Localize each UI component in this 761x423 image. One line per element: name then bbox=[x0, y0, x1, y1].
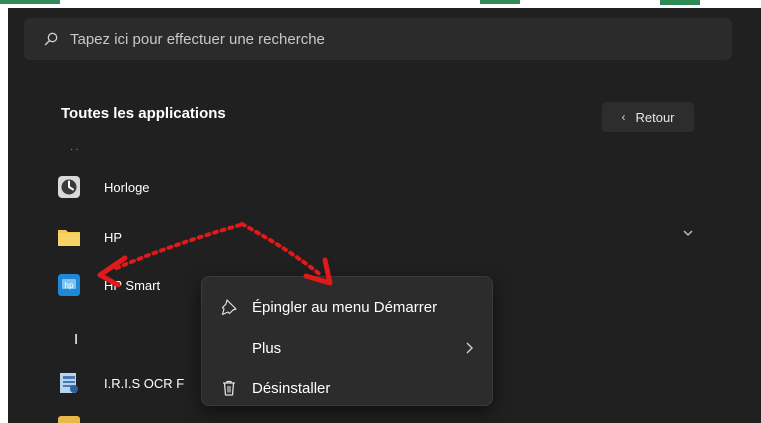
letter-header[interactable]: I bbox=[74, 331, 78, 348]
search-placeholder: Tapez ici pour effectuer une recherche bbox=[70, 30, 325, 48]
chevron-down-icon[interactable] bbox=[682, 228, 694, 238]
back-button-label: Retour bbox=[635, 109, 675, 125]
app-folder-hp[interactable]: HP bbox=[58, 222, 122, 252]
app-item-horloge[interactable]: Horloge bbox=[58, 172, 150, 202]
top-bleed-mark bbox=[480, 0, 520, 4]
top-bleed bbox=[0, 0, 761, 8]
trash-icon bbox=[223, 380, 235, 396]
back-button[interactable]: ‹ Retour bbox=[602, 102, 694, 132]
top-bleed-mark bbox=[0, 0, 60, 4]
menu-item-uninstall[interactable]: Désinstaller bbox=[202, 369, 492, 407]
partial-app-icon bbox=[58, 416, 80, 423]
app-label: I.R.I.S OCR F bbox=[104, 375, 185, 391]
menu-item-label: Désinstaller bbox=[252, 379, 331, 397]
app-label: Horloge bbox=[104, 179, 150, 195]
chevron-right-icon bbox=[466, 342, 473, 354]
chevron-left-icon: ‹ bbox=[621, 110, 626, 124]
menu-item-label: Épingler au menu Démarrer bbox=[252, 298, 438, 316]
app-item-iris-ocr[interactable]: I.R.I.S OCR F bbox=[58, 368, 184, 398]
hp-smart-icon: hp bbox=[58, 274, 80, 296]
clock-icon bbox=[58, 176, 80, 198]
menu-item-pin-to-start[interactable]: Épingler au menu Démarrer bbox=[202, 288, 492, 326]
app-label: HP Smart bbox=[104, 277, 161, 293]
start-menu-panel: Tapez ici pour effectuer une recherche T… bbox=[8, 8, 761, 423]
context-menu: Épingler au menu Démarrer Plus Désinstal… bbox=[201, 276, 493, 406]
iris-ocr-icon bbox=[60, 373, 78, 393]
pin-icon bbox=[221, 299, 237, 316]
top-bleed-mark bbox=[660, 0, 700, 5]
menu-item-more[interactable]: Plus bbox=[202, 329, 492, 367]
search-icon bbox=[44, 32, 58, 46]
scroll-dots: ·· bbox=[70, 144, 81, 155]
app-label: HP bbox=[104, 229, 123, 245]
svg-text:hp: hp bbox=[65, 281, 74, 290]
menu-item-label: Plus bbox=[252, 339, 282, 357]
folder-icon bbox=[58, 230, 80, 246]
app-item-hp-smart[interactable]: hp HP Smart bbox=[58, 270, 160, 300]
all-apps-title: Toutes les applications bbox=[61, 105, 226, 122]
search-input[interactable]: Tapez ici pour effectuer une recherche bbox=[24, 18, 732, 60]
